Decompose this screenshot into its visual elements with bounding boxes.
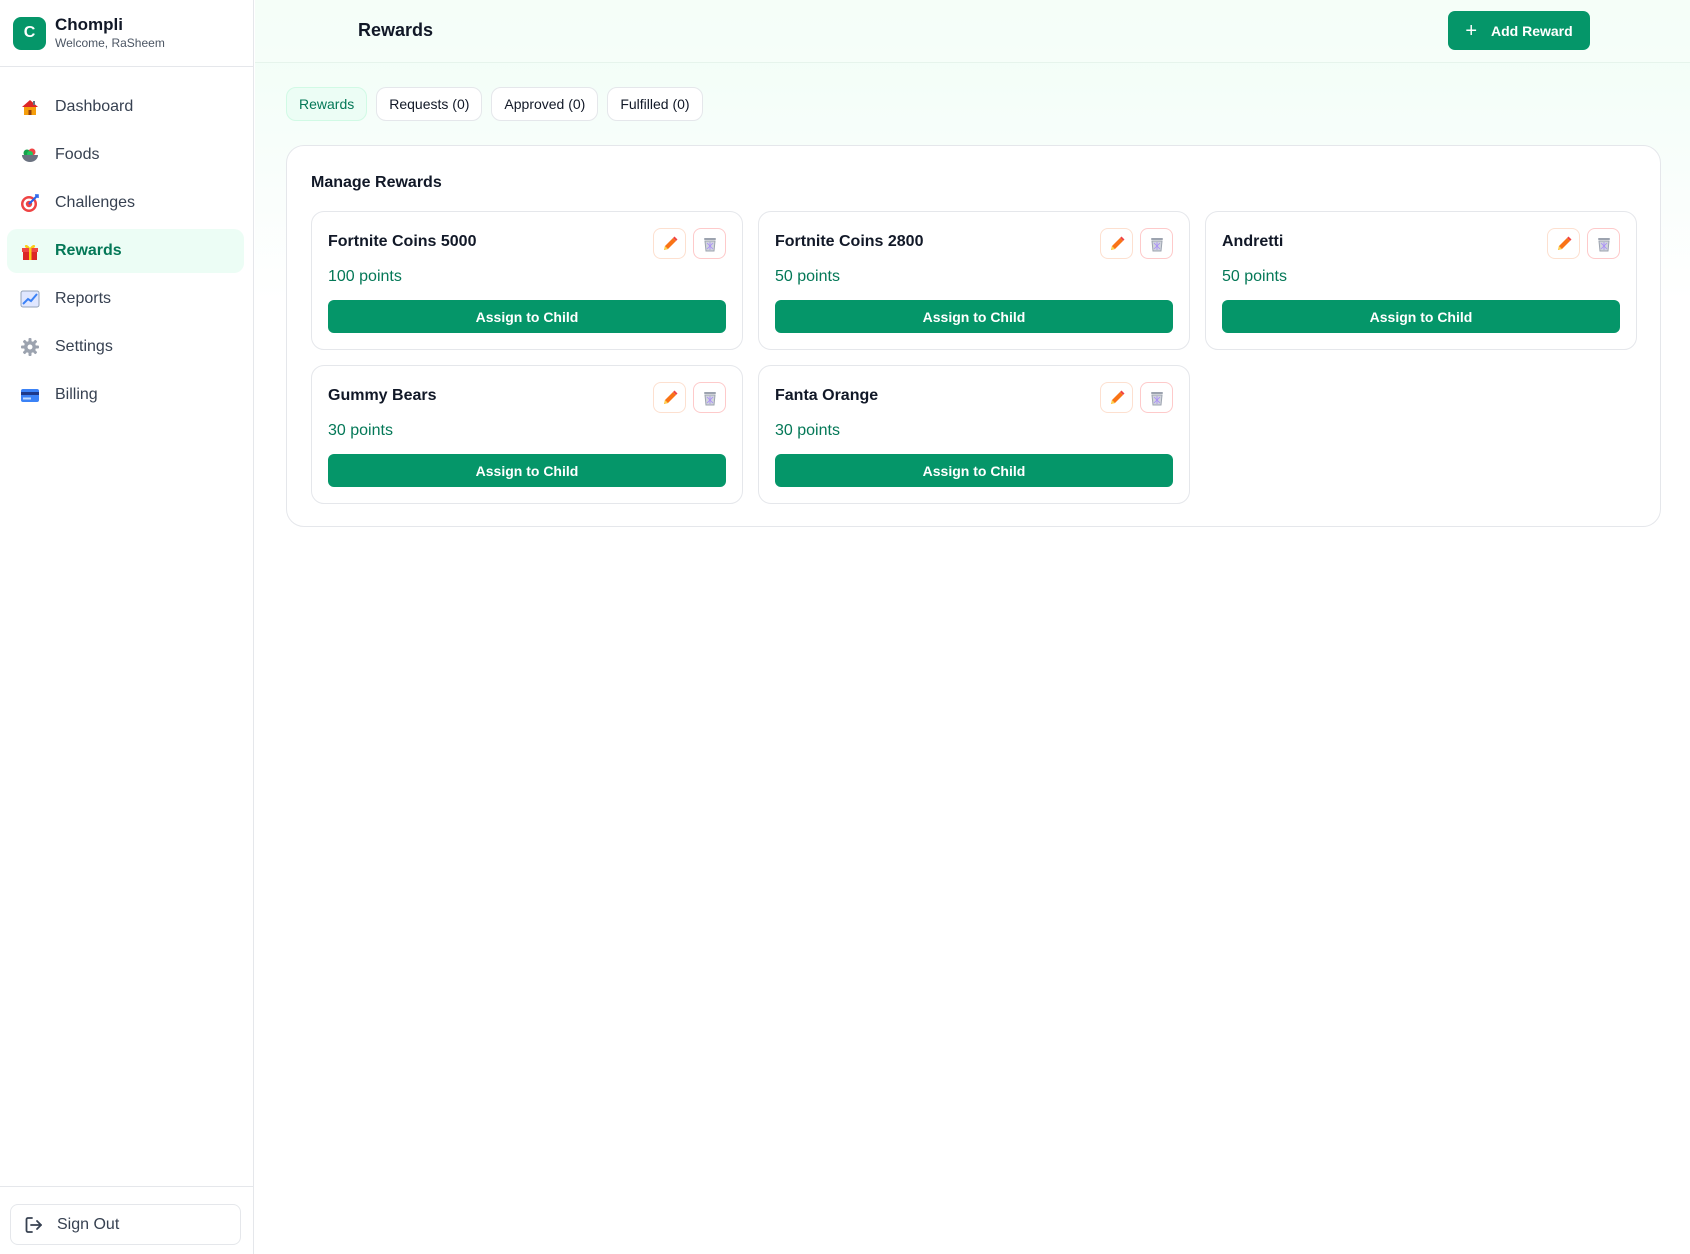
sidebar-item-billing[interactable]: Billing — [7, 373, 244, 417]
delete-reward-button[interactable] — [1140, 228, 1173, 259]
pencil-icon — [1557, 236, 1571, 250]
gear-icon — [20, 337, 40, 357]
sidebar-item-label: Reports — [55, 290, 112, 307]
credit-card-icon — [20, 385, 40, 405]
page-header: Rewards + Add Reward — [255, 0, 1690, 63]
delete-reward-button[interactable] — [693, 228, 726, 259]
reward-points: 30 points — [775, 422, 840, 439]
plus-icon: + — [1465, 19, 1477, 42]
reward-points: 50 points — [1222, 268, 1287, 285]
edit-reward-button[interactable] — [1547, 228, 1580, 259]
brand-name: Chompli — [55, 15, 123, 34]
pencil-icon — [663, 390, 677, 404]
sidebar-item-foods[interactable]: Foods — [7, 133, 244, 177]
sidebar-nav: Dashboard Foods Challenges Rewards Repor… — [0, 67, 253, 417]
sign-out-button[interactable]: Sign Out — [10, 1204, 241, 1245]
salad-bowl-icon — [20, 145, 40, 165]
trash-icon — [1150, 391, 1163, 405]
assign-to-child-button[interactable]: Assign to Child — [775, 300, 1173, 333]
tab-rewards[interactable]: Rewards — [286, 87, 368, 121]
assign-to-child-button[interactable]: Assign to Child — [328, 300, 726, 333]
assign-to-child-button[interactable]: Assign to Child — [775, 454, 1173, 487]
brand-header: C Chompli Welcome, RaSheem — [0, 0, 253, 67]
target-icon — [20, 193, 40, 213]
page-title: Rewards — [358, 20, 434, 40]
sidebar-item-label: Billing — [55, 386, 98, 403]
tab-approved[interactable]: Approved (0) — [491, 87, 599, 121]
edit-reward-button[interactable] — [1100, 228, 1133, 259]
reward-name: Fanta Orange — [775, 387, 879, 404]
reward-card: Gummy Bears 30 points Assign to Child — [311, 365, 743, 504]
edit-reward-button[interactable] — [653, 382, 686, 413]
reward-name: Fortnite Coins 2800 — [775, 233, 924, 250]
add-reward-label: Add Reward — [1491, 22, 1573, 39]
reward-card: Fortnite Coins 2800 50 points Assign to … — [758, 211, 1190, 350]
reward-card: Andretti 50 points Assign to Child — [1205, 211, 1637, 350]
sidebar-item-settings[interactable]: Settings — [7, 325, 244, 369]
brand-text: Chompli Welcome, RaSheem — [55, 15, 165, 51]
trash-icon — [1597, 237, 1610, 251]
pencil-icon — [1110, 236, 1124, 250]
panel-title: Manage Rewards — [311, 174, 442, 191]
assign-to-child-button[interactable]: Assign to Child — [1222, 300, 1620, 333]
welcome-text: Welcome, RaSheem — [55, 36, 165, 50]
sign-out-label: Sign Out — [57, 1215, 120, 1233]
main-content: Rewards + Add Reward Rewards Requests (0… — [255, 0, 1690, 1254]
trash-icon — [1150, 237, 1163, 251]
chart-icon — [20, 289, 40, 309]
reward-card: Fanta Orange 30 points Assign to Child — [758, 365, 1190, 504]
brand-logo: C — [13, 16, 46, 50]
tab-fulfilled[interactable]: Fulfilled (0) — [607, 87, 703, 121]
assign-to-child-button[interactable]: Assign to Child — [328, 454, 726, 487]
sidebar-item-label: Challenges — [55, 194, 136, 211]
delete-reward-button[interactable] — [1587, 228, 1620, 259]
reward-name: Fortnite Coins 5000 — [328, 233, 477, 250]
sidebar-footer: Sign Out — [0, 1186, 254, 1254]
sidebar-item-dashboard[interactable]: Dashboard — [7, 85, 244, 129]
trash-icon — [703, 391, 716, 405]
sidebar-item-label: Rewards — [55, 242, 122, 259]
edit-reward-button[interactable] — [653, 228, 686, 259]
gift-icon — [20, 241, 40, 261]
reward-name: Andretti — [1222, 233, 1284, 250]
sidebar-item-label: Dashboard — [55, 98, 134, 115]
sidebar-item-label: Settings — [55, 338, 113, 355]
reward-points: 30 points — [328, 422, 393, 439]
sign-out-icon — [25, 1216, 42, 1233]
reward-card: Fortnite Coins 5000 100 points Assign to… — [311, 211, 743, 350]
house-icon — [20, 97, 40, 117]
sidebar: C Chompli Welcome, RaSheem Dashboard Foo… — [0, 0, 254, 1254]
reward-points: 50 points — [775, 268, 840, 285]
pencil-icon — [1110, 390, 1124, 404]
delete-reward-button[interactable] — [1140, 382, 1173, 413]
sidebar-item-rewards[interactable]: Rewards — [7, 229, 244, 273]
reward-tabs: Rewards Requests (0) Approved (0) Fulfil… — [286, 87, 703, 121]
tab-requests[interactable]: Requests (0) — [376, 87, 483, 121]
sidebar-item-challenges[interactable]: Challenges — [7, 181, 244, 225]
delete-reward-button[interactable] — [693, 382, 726, 413]
manage-rewards-panel: Manage Rewards Fortnite Coins 5000 100 p… — [286, 145, 1661, 527]
reward-points: 100 points — [328, 268, 402, 285]
reward-name: Gummy Bears — [328, 387, 437, 404]
sidebar-item-label: Foods — [55, 146, 100, 163]
sidebar-item-reports[interactable]: Reports — [7, 277, 244, 321]
trash-icon — [703, 237, 716, 251]
edit-reward-button[interactable] — [1100, 382, 1133, 413]
pencil-icon — [663, 236, 677, 250]
add-reward-button[interactable]: + Add Reward — [1448, 11, 1590, 50]
